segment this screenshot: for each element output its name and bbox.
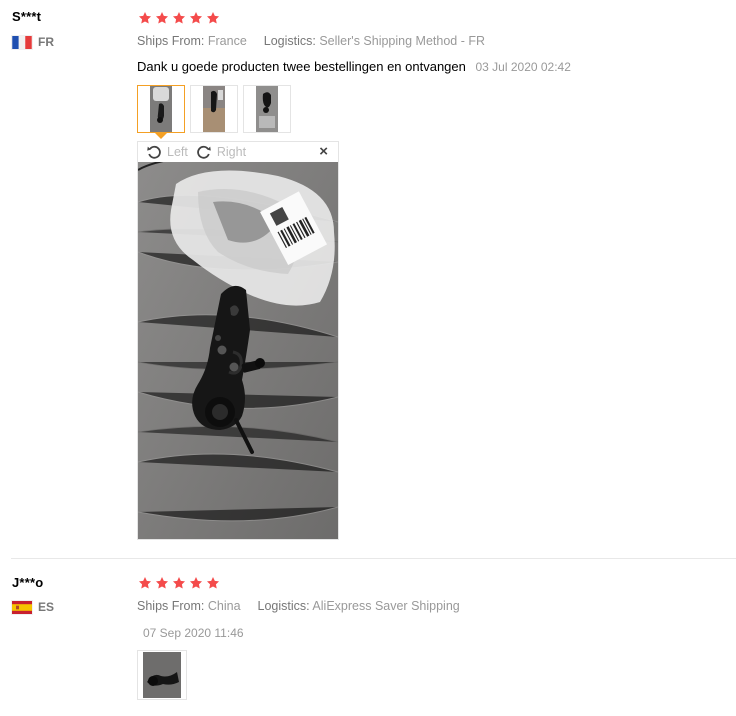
photo-thumbnail[interactable] [243, 85, 291, 133]
star-icon [155, 11, 169, 25]
star-icon [189, 11, 203, 25]
review-photos [137, 85, 291, 139]
rotate-right-icon [197, 145, 211, 159]
active-thumbnail-pointer [154, 132, 168, 139]
country-code: FR [38, 35, 54, 49]
rotate-left-icon [147, 145, 161, 159]
review-date: 03 Jul 2020 02:42 [475, 60, 571, 74]
review-text: Dank u goede producten twee bestellingen… [137, 59, 571, 74]
star-icon [155, 576, 169, 590]
photo-thumbnail[interactable] [137, 85, 185, 139]
logistics-value: AliExpress Saver Shipping [312, 599, 460, 613]
star-icon [172, 576, 186, 590]
photo-viewer-toolbar: Left Right × [138, 142, 338, 162]
order-info: Ships From: China Logistics: AliExpress … [137, 599, 460, 613]
review-photo-large [138, 162, 338, 539]
rotate-left-label: Left [167, 145, 188, 159]
star-rating [138, 11, 220, 25]
star-icon [206, 11, 220, 25]
photo-viewer: Left Right × [137, 141, 339, 540]
ships-from-label: Ships From: [137, 599, 205, 613]
feedback-text: Dank u goede producten twee bestellingen… [137, 59, 466, 74]
ships-from-label: Ships From: [137, 34, 205, 48]
logistics-label: Logistics: [257, 599, 310, 613]
order-info: Ships From: France Logistics: Seller's S… [137, 34, 485, 48]
reviewer-country: FR [12, 35, 54, 49]
reviewer-name: S***t [12, 9, 42, 24]
star-rating [138, 576, 220, 590]
ships-from-value: China [207, 599, 241, 613]
review-item: J***o ES Ships From: China Logistics: Al… [0, 560, 736, 716]
review-item: S***t FR Ships From: France Logistics: S… [0, 0, 736, 558]
close-viewer-button[interactable]: × [319, 143, 328, 160]
rotate-left-button[interactable]: Left [138, 144, 188, 160]
star-icon [206, 576, 220, 590]
photo-thumbnail[interactable] [137, 650, 187, 700]
rotate-right-button[interactable]: Right [188, 144, 246, 160]
star-icon [138, 576, 152, 590]
star-icon [189, 576, 203, 590]
review-divider [11, 558, 736, 559]
logistics-label: Logistics: [263, 34, 316, 48]
reviewer-country: ES [12, 600, 54, 614]
france-flag-icon [12, 35, 32, 49]
star-icon [138, 11, 152, 25]
ships-from-value: France [207, 34, 247, 48]
reviewer-name: J***o [12, 575, 44, 590]
star-icon [172, 11, 186, 25]
country-code: ES [38, 600, 55, 614]
logistics-value: Seller's Shipping Method - FR [319, 34, 485, 48]
review-text: 07 Sep 2020 11:46 [137, 625, 244, 640]
review-date: 07 Sep 2020 11:46 [143, 626, 244, 640]
spain-flag-icon [12, 600, 32, 614]
photo-thumbnail[interactable] [190, 85, 238, 133]
rotate-right-label: Right [216, 145, 247, 159]
